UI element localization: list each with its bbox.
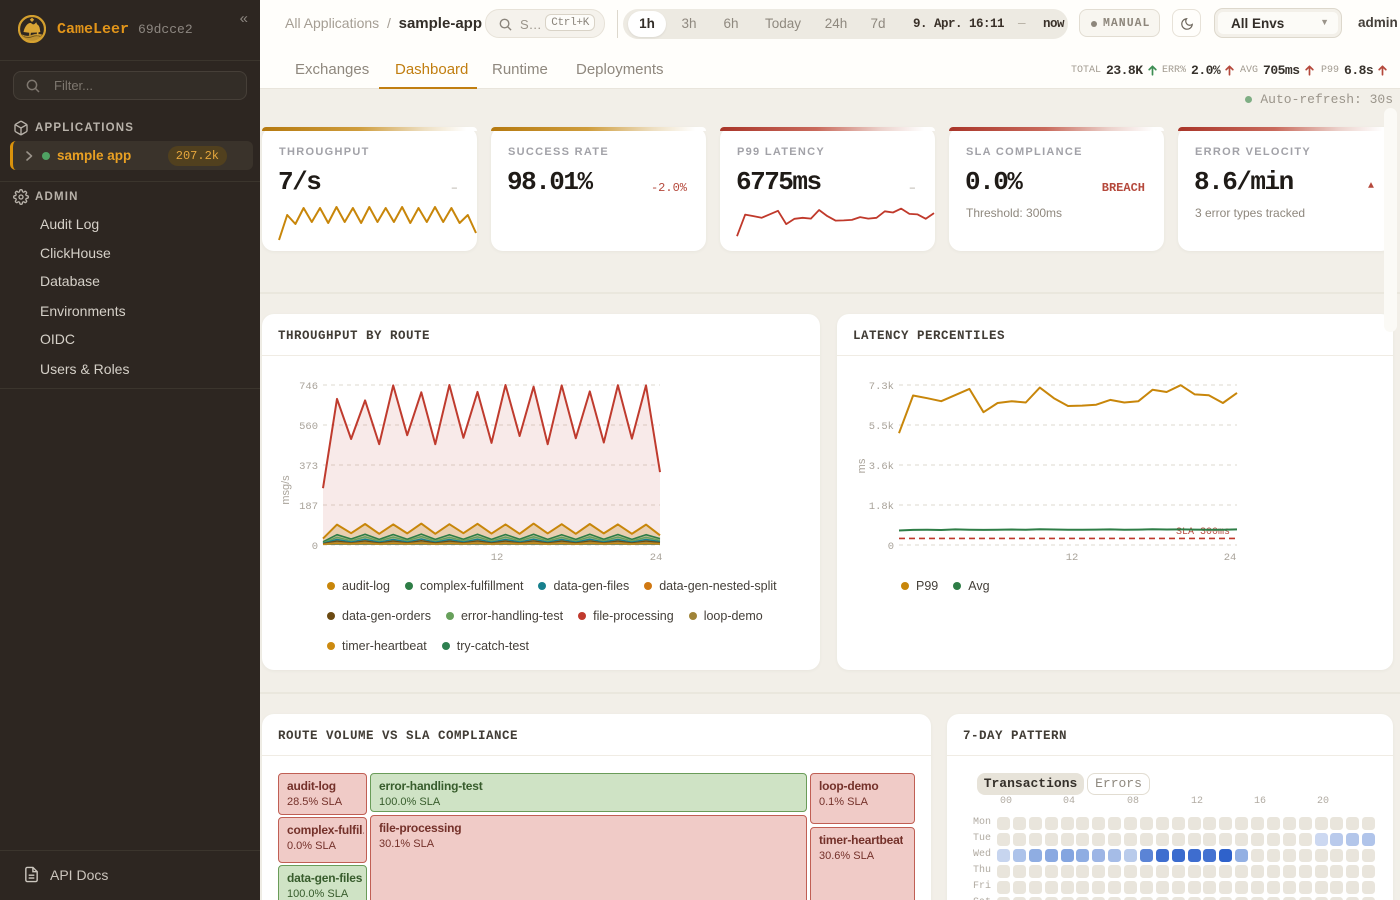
svg-text:0: 0 <box>888 541 894 553</box>
svg-text:12: 12 <box>491 552 504 564</box>
svg-text:24: 24 <box>650 552 663 564</box>
svg-text:5.5k: 5.5k <box>869 421 894 433</box>
svg-text:560: 560 <box>299 421 318 433</box>
svg-text:746: 746 <box>299 381 318 393</box>
svg-text:0: 0 <box>312 541 318 553</box>
svg-text:12: 12 <box>1066 552 1079 564</box>
svg-text:7.3k: 7.3k <box>869 381 894 393</box>
svg-text:24: 24 <box>1224 552 1237 564</box>
svg-text:373: 373 <box>299 461 318 473</box>
svg-text:1.8k: 1.8k <box>869 501 894 513</box>
svg-text:187: 187 <box>299 501 318 513</box>
svg-text:3.6k: 3.6k <box>869 461 894 473</box>
svg-text:msg/s: msg/s <box>280 475 292 505</box>
svg-text:ms: ms <box>856 458 868 473</box>
